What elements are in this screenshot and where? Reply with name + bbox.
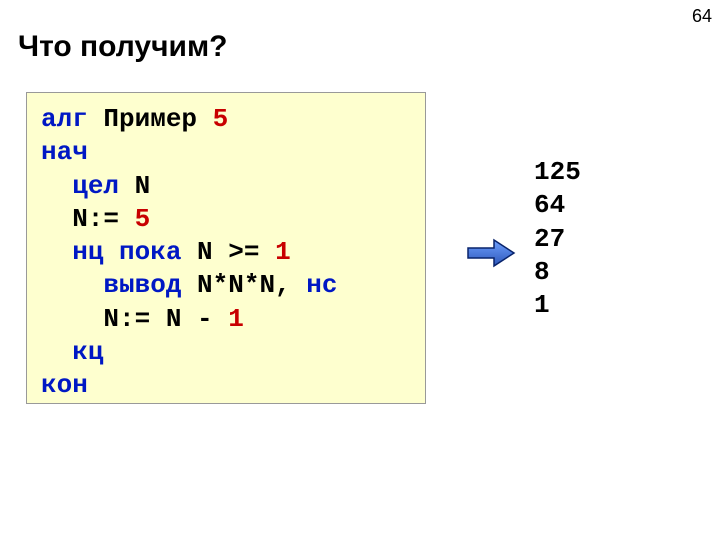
kw-begin: нач <box>41 137 88 167</box>
code-text: N*N*N, <box>181 270 306 300</box>
num-literal: 1 <box>275 237 291 267</box>
code-pad <box>41 270 103 300</box>
code-text: N >= <box>181 237 275 267</box>
code-pad <box>41 237 72 267</box>
kw-alg: алг <box>41 104 88 134</box>
code-pad <box>41 171 72 201</box>
kw-int: цел <box>72 171 119 201</box>
kw-print: вывод <box>103 270 181 300</box>
num-literal: 5 <box>213 104 229 134</box>
code-text: N <box>119 171 150 201</box>
kw-while: нц пока <box>72 237 181 267</box>
kw-endloop: кц <box>72 337 103 367</box>
code-block: алг Пример 5 нач цел N N:= 5 нц пока N >… <box>26 92 426 404</box>
kw-newline: нс <box>306 270 337 300</box>
code-text: N:= N - <box>41 304 228 334</box>
output-line: 8 <box>534 257 550 287</box>
code-text: Пример <box>88 104 213 134</box>
arrow-icon <box>466 238 516 268</box>
page-title: Что получим? <box>18 30 227 64</box>
output-line: 64 <box>534 190 565 220</box>
code-text: N:= <box>41 204 135 234</box>
output-line: 1 <box>534 290 550 320</box>
output-line: 27 <box>534 224 565 254</box>
kw-end: кон <box>41 370 88 400</box>
code-pad <box>41 337 72 367</box>
output-block: 125 64 27 8 1 <box>534 156 581 322</box>
num-literal: 1 <box>228 304 244 334</box>
page-number: 64 <box>692 6 712 27</box>
output-line: 125 <box>534 157 581 187</box>
num-literal: 5 <box>135 204 151 234</box>
